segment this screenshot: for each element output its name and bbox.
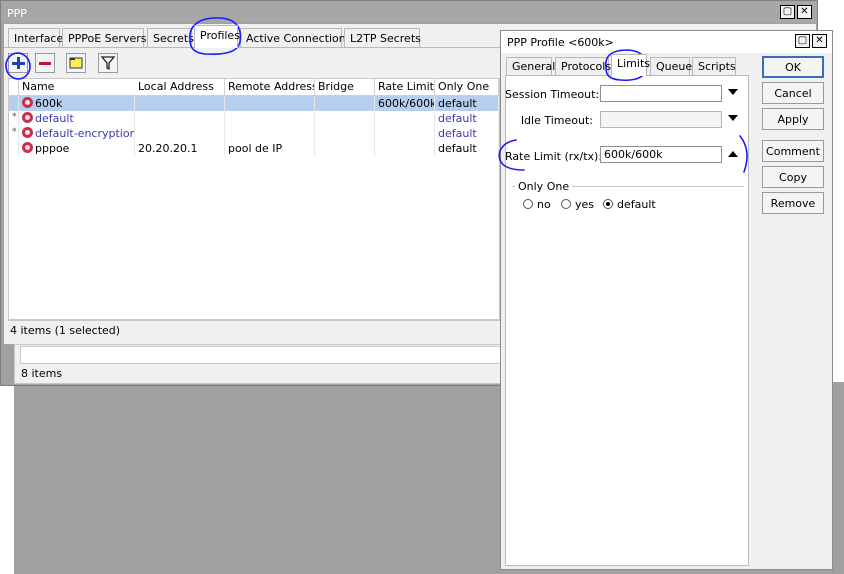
dialog-tab-limits[interactable]: Limits <box>611 54 650 76</box>
tab-profiles[interactable]: Profiles <box>194 25 240 48</box>
annotation-circle-rate-limit <box>498 139 525 171</box>
annotation-overlay <box>5 17 748 173</box>
annotation-bracket-rate-limit <box>739 135 748 173</box>
annotation-circle-add <box>5 52 31 80</box>
